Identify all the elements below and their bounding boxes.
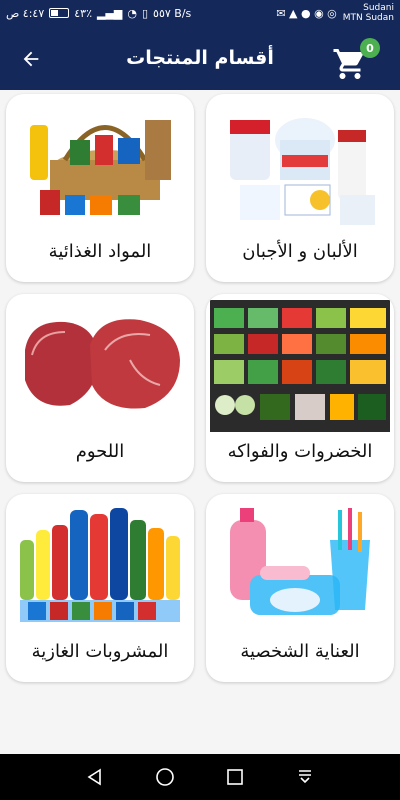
soft-drinks-image xyxy=(20,508,180,622)
category-card-vegetables[interactable]: الخضروات والفواكه xyxy=(206,294,394,482)
status-left: ٤:٤٧ ص ٤٣٪ ▂▄▆ ◔ ▯ ٥٥٧ B/s xyxy=(6,7,191,20)
category-label: اللحوم xyxy=(75,441,125,462)
status-bar: ٤:٤٧ ص ٤٣٪ ▂▄▆ ◔ ▯ ٥٥٧ B/s ✉ ▲ ● ◉ ◎ Sud… xyxy=(0,0,400,26)
circle-home-icon xyxy=(156,768,174,786)
nav-notifications-button[interactable] xyxy=(290,762,320,792)
category-card-food[interactable]: المواد الغذائية xyxy=(6,94,194,282)
cart-count-badge: 0 xyxy=(360,38,380,58)
app-bar: أقسام المنتجات 0 xyxy=(0,26,400,90)
nav-recents-button[interactable] xyxy=(220,762,250,792)
personal-care-image xyxy=(230,508,370,615)
category-card-meat[interactable]: اللحوم xyxy=(6,294,194,482)
status-right: ✉ ▲ ● ◉ ◎ Sudani MTN Sudan xyxy=(276,3,394,23)
category-label: الخضروات والفواكه xyxy=(227,441,373,462)
signal-icon: ▂▄▆ xyxy=(96,6,123,20)
page-title: أقسام المنتجات xyxy=(126,47,274,69)
carrier-info: Sudani MTN Sudan xyxy=(343,3,394,23)
category-card-personal-care[interactable]: العناية الشخصية xyxy=(206,494,394,682)
vibrate-icon: ▯ xyxy=(141,6,149,20)
nav-home-button[interactable] xyxy=(150,762,180,792)
category-label: المواد الغذائية xyxy=(48,241,152,262)
nav-back-button[interactable] xyxy=(80,762,110,792)
category-card-dairy[interactable]: الألبان و الأجبان xyxy=(206,94,394,282)
square-recents-icon xyxy=(227,769,243,785)
food-basket-image xyxy=(30,120,171,215)
arrow-left-icon xyxy=(23,51,39,67)
cart-button[interactable]: 0 xyxy=(332,38,380,80)
dairy-products-image xyxy=(230,118,375,225)
system-nav-bar xyxy=(0,754,400,800)
pull-down-icon xyxy=(299,770,311,784)
network-speed: ٥٥٧ B/s xyxy=(153,6,192,20)
back-button[interactable] xyxy=(16,44,46,74)
battery-percent: ٤٣٪ xyxy=(74,6,92,20)
battery-icon xyxy=(49,8,70,18)
carrier-name-1: Sudani xyxy=(363,3,394,13)
wifi-icon: ◔ xyxy=(127,6,137,20)
category-card-soft-drinks[interactable]: المشروبات الغازية xyxy=(6,494,194,682)
meat-image xyxy=(25,319,180,409)
status-time: ٤:٤٧ ص xyxy=(6,6,45,20)
category-label: المشروبات الغازية xyxy=(31,641,169,662)
notification-icons: ✉ ▲ ● ◉ ◎ xyxy=(276,6,337,20)
category-label: العناية الشخصية xyxy=(240,641,360,662)
vegetables-fruits-image xyxy=(210,300,390,432)
carrier-name-2: MTN Sudan xyxy=(342,13,394,23)
triangle-back-icon xyxy=(87,768,101,786)
category-label: الألبان و الأجبان xyxy=(242,241,358,262)
